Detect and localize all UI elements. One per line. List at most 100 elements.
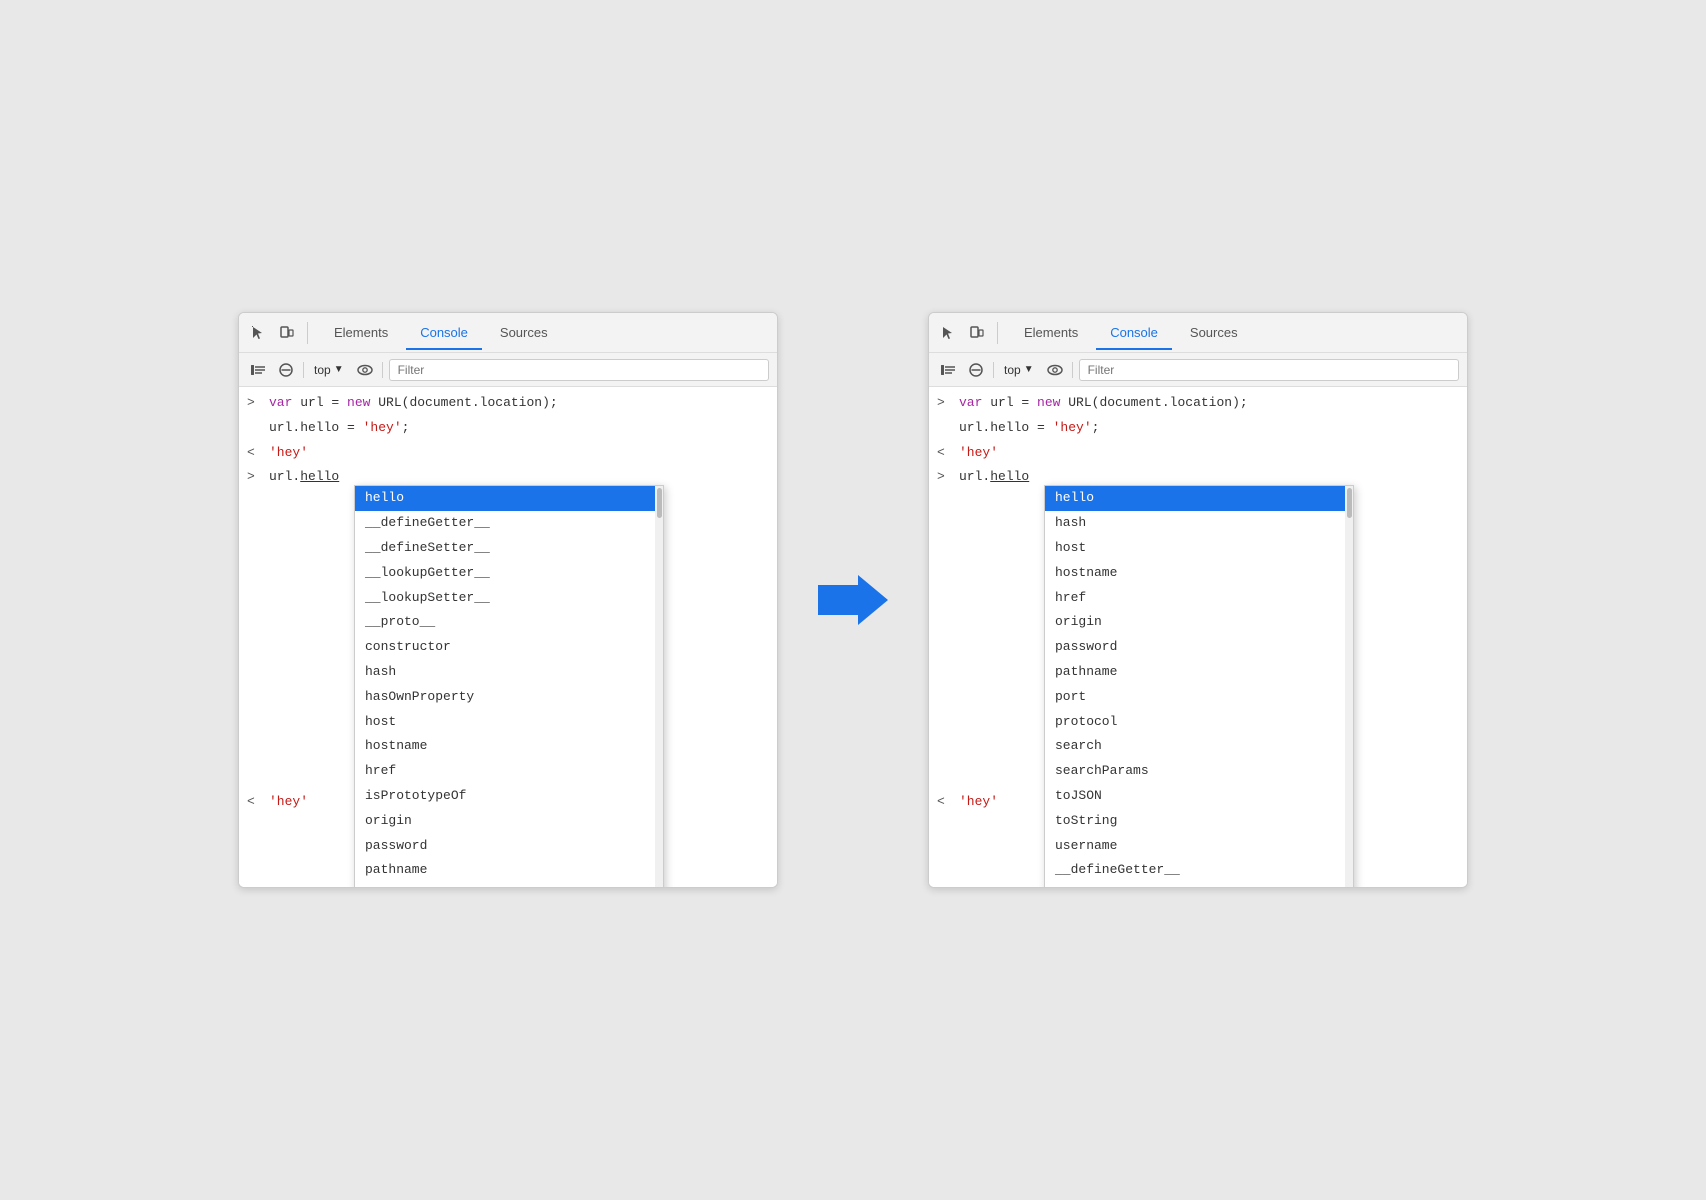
autocomplete-text: hello [300, 469, 339, 484]
toolbar-divider-left2 [382, 362, 383, 378]
tab-console-right[interactable]: Console [1096, 317, 1172, 350]
console-content-left: > var url = new URL(document.location); … [239, 387, 777, 887]
autocomplete-item-r-pathname[interactable]: pathname [1045, 660, 1353, 685]
autocomplete-item-12[interactable]: isPrototypeOf [355, 784, 663, 809]
autocomplete-dropdown-right[interactable]: hello hash host hostname href origin pas… [1044, 485, 1354, 888]
str-hey-1: 'hey' [363, 420, 402, 435]
autocomplete-item-11[interactable]: href [355, 759, 663, 784]
device-icon[interactable] [275, 322, 297, 344]
console-line-r2: > url.hello = 'hey'; [929, 416, 1467, 441]
console-line-1: > var url = new URL(document.location); [239, 391, 777, 416]
prompt-1: > [247, 393, 263, 414]
autocomplete-item-3[interactable]: __lookupGetter__ [355, 561, 663, 586]
context-label-right: top [1004, 363, 1021, 377]
context-label-left: top [314, 363, 331, 377]
scrollbar-right[interactable] [1345, 486, 1353, 888]
autocomplete-item-r-search[interactable]: search [1045, 734, 1353, 759]
no-entry-icon[interactable] [275, 359, 297, 381]
autocomplete-item-r-origin[interactable]: origin [1045, 610, 1353, 635]
cursor-icon-right[interactable] [937, 322, 959, 344]
autocomplete-text-right: hello [990, 469, 1029, 484]
tab-elements-left[interactable]: Elements [320, 317, 402, 350]
prompt-r1: > [937, 393, 953, 414]
device-icon-right[interactable] [965, 322, 987, 344]
arrow-between [818, 570, 888, 630]
devtools-panel-left: Elements Console Sources [238, 312, 778, 888]
page-wrapper: Elements Console Sources [198, 272, 1508, 928]
autocomplete-item-r-username[interactable]: username [1045, 834, 1353, 859]
filter-input-right[interactable] [1079, 359, 1459, 381]
code-3: 'hey' [269, 443, 769, 464]
tab-bar-right: Elements Console Sources [929, 313, 1467, 353]
autocomplete-item-r-dg[interactable]: __defineGetter__ [1045, 858, 1353, 883]
tab-elements-right[interactable]: Elements [1010, 317, 1092, 350]
filter-input-left[interactable] [389, 359, 769, 381]
autocomplete-item-4[interactable]: __lookupSetter__ [355, 586, 663, 611]
code-1: var url = new URL(document.location); [269, 393, 769, 414]
autocomplete-item-hello[interactable]: hello [355, 486, 663, 511]
kw-new-1: new [347, 395, 378, 410]
autocomplete-item-r-searchParams[interactable]: searchParams [1045, 759, 1353, 784]
prompt-4: > [247, 467, 263, 488]
code-r1: var url = new URL(document.location); [959, 393, 1459, 414]
tab-sources-right[interactable]: Sources [1176, 317, 1252, 350]
tab-bar-icons-left [247, 322, 308, 344]
scrollbar-left[interactable] [655, 486, 663, 888]
scrollbar-thumb-left [657, 488, 662, 518]
eye-icon-right[interactable] [1044, 359, 1066, 381]
console-line-r4: > url.hello hello hash host hostname hre… [929, 465, 1467, 490]
context-select-left[interactable]: top ▼ [310, 361, 348, 379]
cursor-icon[interactable] [247, 322, 269, 344]
autocomplete-item-13[interactable]: origin [355, 809, 663, 834]
devtools-panel-right: Elements Console Sources [928, 312, 1468, 888]
autocomplete-item-r-hostname[interactable]: hostname [1045, 561, 1353, 586]
clear-console-icon-right[interactable] [937, 359, 959, 381]
tab-bar-icons-right [937, 322, 998, 344]
autocomplete-item-6[interactable]: constructor [355, 635, 663, 660]
autocomplete-item-r-protocol[interactable]: protocol [1045, 710, 1353, 735]
autocomplete-item-r-host[interactable]: host [1045, 536, 1353, 561]
str-hey-2: 'hey' [269, 445, 308, 460]
toolbar-divider-left [303, 362, 304, 378]
tab-console-left[interactable]: Console [406, 317, 482, 350]
autocomplete-item-r-hash[interactable]: hash [1045, 511, 1353, 536]
autocomplete-item-r-ds[interactable]: __defineSetter__ [1045, 883, 1353, 888]
autocomplete-item-10[interactable]: hostname [355, 734, 663, 759]
tab-sources-left[interactable]: Sources [486, 317, 562, 350]
eye-icon[interactable] [354, 359, 376, 381]
autocomplete-item-r-toJSON[interactable]: toJSON [1045, 784, 1353, 809]
autocomplete-dropdown-left[interactable]: hello __defineGetter__ __defineSetter__ … [354, 485, 664, 888]
prompt-3: < [247, 443, 263, 464]
autocomplete-item-14[interactable]: password [355, 834, 663, 859]
context-select-right[interactable]: top ▼ [1000, 361, 1038, 379]
console-content-right: > var url = new URL(document.location); … [929, 387, 1467, 887]
toolbar-divider-right2 [1072, 362, 1073, 378]
console-line-r1: > var url = new URL(document.location); [929, 391, 1467, 416]
chevron-down-icon: ▼ [334, 364, 344, 375]
autocomplete-item-1[interactable]: __defineGetter__ [355, 511, 663, 536]
autocomplete-item-8[interactable]: hasOwnProperty [355, 685, 663, 710]
str-hey-3: 'hey' [269, 794, 308, 809]
autocomplete-item-9[interactable]: host [355, 710, 663, 735]
console-line-r3: < 'hey' [929, 441, 1467, 466]
autocomplete-item-r-hello[interactable]: hello [1045, 486, 1353, 511]
toolbar-right: top ▼ [929, 353, 1467, 387]
toolbar-divider-right [993, 362, 994, 378]
autocomplete-item-r-toString[interactable]: toString [1045, 809, 1353, 834]
code-2: url.hello = 'hey'; [269, 418, 769, 439]
autocomplete-item-r-password[interactable]: password [1045, 635, 1353, 660]
autocomplete-item-r-port[interactable]: port [1045, 685, 1353, 710]
autocomplete-item-2[interactable]: __defineSetter__ [355, 536, 663, 561]
autocomplete-item-16[interactable]: port [355, 883, 663, 888]
toolbar-left: top ▼ [239, 353, 777, 387]
no-entry-icon-right[interactable] [965, 359, 987, 381]
scrollbar-thumb-right [1347, 488, 1352, 518]
autocomplete-item-5[interactable]: __proto__ [355, 610, 663, 635]
autocomplete-item-15[interactable]: pathname [355, 858, 663, 883]
autocomplete-item-r-href[interactable]: href [1045, 586, 1353, 611]
console-line-3: < 'hey' [239, 441, 777, 466]
clear-console-icon[interactable] [247, 359, 269, 381]
kw-var-1: var [269, 395, 300, 410]
prompt-5: < [247, 792, 263, 813]
autocomplete-item-7[interactable]: hash [355, 660, 663, 685]
